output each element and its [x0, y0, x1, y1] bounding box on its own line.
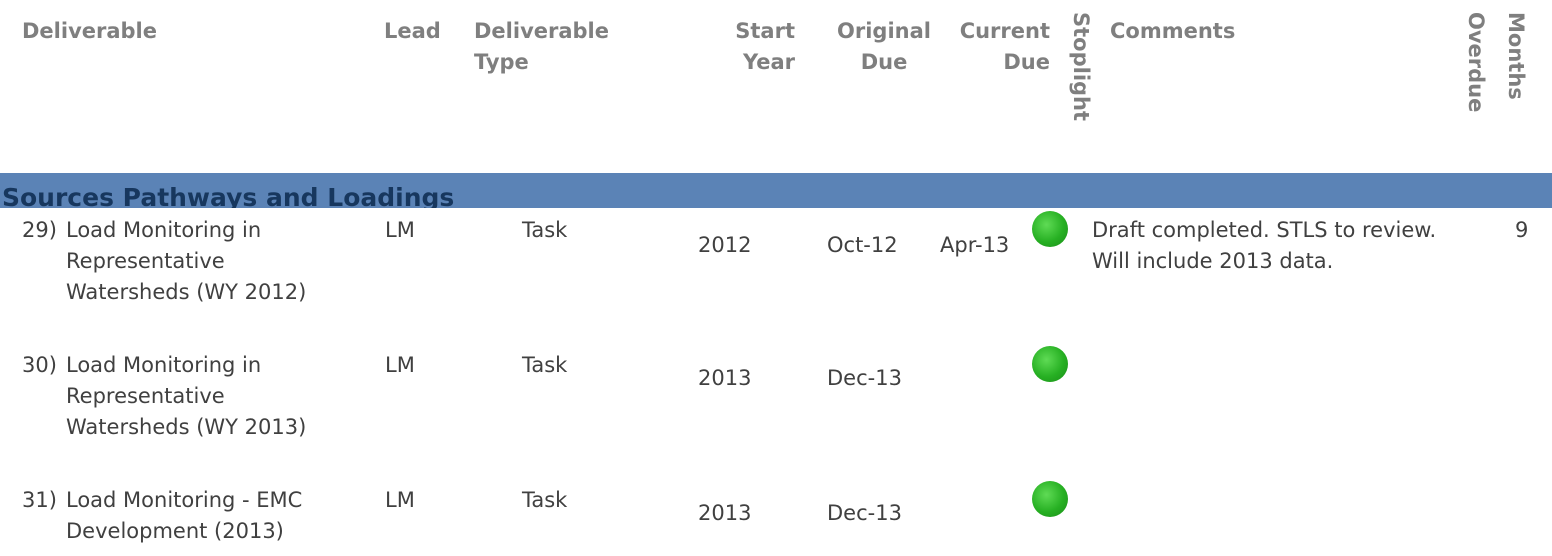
stoplight-green-icon — [1032, 211, 1068, 247]
original-due: Oct-12 — [827, 233, 898, 257]
row-number: 31) — [22, 488, 57, 512]
start-year: 2013 — [698, 366, 752, 390]
lead: LM — [385, 353, 415, 377]
current-due: Apr-13 — [940, 233, 1010, 257]
row-number: 29) — [22, 218, 57, 242]
stoplight-green-icon — [1032, 481, 1068, 517]
start-year: 2012 — [698, 233, 752, 257]
header-deliverable: Deliverable — [22, 19, 158, 43]
lead: LM — [385, 218, 415, 242]
header-comments: Comments — [1110, 19, 1236, 43]
stoplight-green-icon — [1032, 346, 1068, 382]
comments: Draft completed. STLS to review. Will in… — [1092, 218, 1437, 273]
header-stoplight: Stoplight — [1069, 12, 1093, 122]
months-overdue: 9 — [1515, 218, 1529, 242]
header-deliverable-type: Deliverable Type — [474, 19, 610, 74]
deliverable-name: Load Monitoring in Representative Waters… — [66, 218, 307, 304]
deliverable-name: Load Monitoring in Representative Waters… — [66, 353, 307, 439]
header-overdue: Overdue — [1464, 12, 1488, 113]
header-lead: Lead — [384, 19, 441, 43]
header-original-due: Original Due — [837, 19, 931, 74]
section-title: Sources Pathways and Loadings — [2, 183, 455, 208]
original-due: Dec-13 — [827, 501, 902, 525]
row-number: 30) — [22, 353, 57, 377]
start-year: 2013 — [698, 501, 752, 525]
deliverable-type: Task — [522, 218, 568, 242]
deliverable-type: Task — [522, 488, 568, 512]
original-due: Dec-13 — [827, 366, 902, 390]
header-months: Months — [1504, 12, 1528, 100]
section-band: Sources Pathways and Loadings — [0, 173, 1552, 208]
lead: LM — [385, 488, 415, 512]
header-start-year: Start Year — [735, 19, 795, 74]
deliverable-name: Load Monitoring - EMC Development (2013) — [66, 488, 303, 543]
deliverable-type: Task — [522, 353, 568, 377]
header-current-due: Current Due — [959, 19, 1050, 74]
